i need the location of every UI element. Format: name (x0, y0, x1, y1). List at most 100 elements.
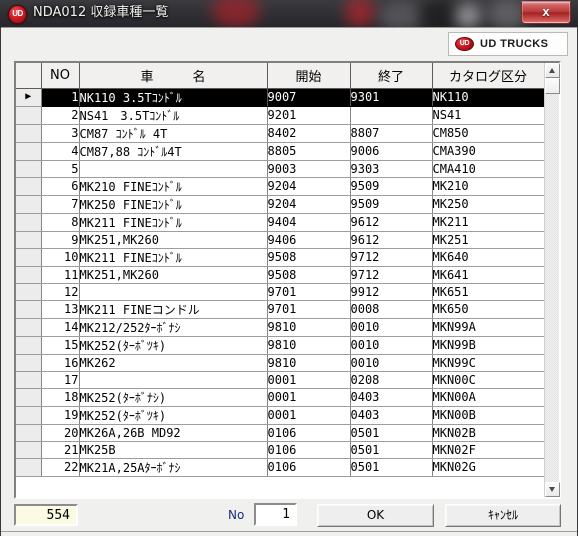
cell-catalog: MKN02F (432, 441, 545, 459)
table-row[interactable]: 21 MK25B 0106 0501 MKN02F (16, 441, 545, 459)
table-row[interactable]: 7 MK250 FINEｺﾝﾄﾞﾙ 9204 9509 MK250 (16, 195, 545, 214)
client-area: UD UD TRUCKS NO 車 名 開始 終了 カタログ区分 ▶ 1 NK1… (1, 27, 577, 536)
table-row[interactable]: 3 CM87 ｺﾝﾄﾞﾙ 4T 8402 8807 CM850 (16, 124, 545, 143)
row-selector-cell[interactable] (16, 300, 42, 319)
cell-no: 6 (41, 177, 80, 196)
row-selector-cell[interactable] (16, 106, 42, 125)
close-icon: x (542, 4, 550, 19)
cell-start: 8805 (267, 142, 351, 161)
row-selector-cell[interactable] (16, 371, 42, 389)
column-header-selector[interactable] (16, 63, 42, 89)
column-header-name[interactable]: 車 名 (79, 63, 268, 89)
row-selector-cell[interactable] (16, 354, 42, 372)
vertical-scrollbar[interactable] (544, 63, 560, 497)
row-selector-cell[interactable] (16, 424, 42, 442)
cell-catalog: MK641 (432, 266, 545, 284)
table-row[interactable]: 5 9003 9303 CMA410 (16, 160, 545, 178)
no-input[interactable]: 1 (254, 503, 297, 526)
cell-end (350, 106, 433, 125)
row-selector-cell[interactable] (16, 231, 42, 249)
column-header-start[interactable]: 開始 (267, 63, 351, 89)
row-selector-cell[interactable] (16, 388, 42, 407)
table-row[interactable]: 4 CM87,88 ｺﾝﾄﾞﾙ4T 8805 9006 CMA390 (16, 142, 545, 161)
scroll-up-icon[interactable] (545, 63, 560, 78)
table-row[interactable]: 16 MK262 9810 0010 MKN99C (16, 354, 545, 372)
row-selector-cell[interactable] (16, 318, 42, 337)
table-row[interactable]: 12 9701 9912 MK651 (16, 283, 545, 301)
table-row[interactable]: 15 MK252(ﾀｰﾎﾞﾂｷ) 9810 0010 MKN99B (16, 336, 545, 355)
scrollbar-thumb[interactable] (545, 78, 560, 94)
table-row[interactable]: 2 NS41 3.5Tｺﾝﾄﾞﾙ 9201 NS41 (16, 106, 545, 125)
table-row[interactable]: 17 0001 0208 MKN00C (16, 371, 545, 389)
title-bar[interactable]: UD NDA012 収録車種一覧 x (0, 0, 578, 27)
ok-button[interactable]: OK (317, 504, 434, 527)
desktop-blur-smudge (420, 0, 460, 27)
cell-no: 4 (41, 142, 80, 161)
table-row[interactable]: 6 MK210 FINEｺﾝﾄﾞﾙ 9204 9509 MK210 (16, 177, 545, 196)
cell-start: 9701 (267, 283, 351, 301)
cell-end: 0010 (350, 336, 433, 355)
table-row[interactable]: 10 MK211 FINEｺﾝﾄﾞﾙ 9508 9712 MK640 (16, 248, 545, 267)
cell-name: MK210 FINEｺﾝﾄﾞﾙ (79, 177, 268, 196)
ud-logo-icon-text: UD (459, 40, 470, 47)
cell-start: 8402 (267, 124, 351, 143)
scroll-down-icon[interactable] (545, 482, 560, 497)
cell-end: 9303 (350, 160, 433, 178)
row-selector-cell[interactable] (16, 160, 42, 178)
table-row[interactable]: 20 MK26A,26B MD92 0106 0501 MKN02B (16, 424, 545, 442)
column-header-catalog[interactable]: カタログ区分 (432, 63, 545, 89)
cell-end: 9509 (350, 195, 433, 214)
table-row[interactable]: 11 MK251,MK260 9508 9712 MK641 (16, 266, 545, 284)
table-row[interactable]: ▶ 1 NK110 3.5Tｺﾝﾄﾞﾙ 9007 9301 NK110 (16, 88, 545, 107)
table-row[interactable]: 14 MK212/252ﾀｰﾎﾞﾅｼ 9810 0010 MKN99A (16, 318, 545, 337)
row-selector-cell[interactable] (16, 336, 42, 355)
cell-no: 2 (41, 106, 80, 125)
cell-end: 0501 (350, 458, 433, 477)
table-row[interactable]: 9 MK251,MK260 9406 9612 MK251 (16, 231, 545, 249)
cell-start: 9810 (267, 336, 351, 355)
table-row[interactable]: 19 MK252(ﾀｰﾎﾞﾂｷ) 0001 0403 MKN00B (16, 406, 545, 425)
cell-start: 9007 (267, 88, 351, 107)
cell-end: 9712 (350, 266, 433, 284)
cell-catalog: MKN00A (432, 388, 545, 407)
row-selector-cell[interactable] (16, 248, 42, 267)
cell-no: 21 (41, 441, 80, 459)
row-selector-cell[interactable] (16, 283, 42, 301)
row-selector-cell[interactable] (16, 458, 42, 477)
brand-label: UD TRUCKS (480, 38, 549, 50)
table-row[interactable]: 18 MK252(ﾀｰﾎﾞﾅｼ) 0001 0403 MKN00A (16, 388, 545, 407)
cell-end: 9006 (350, 142, 433, 161)
row-selector-cell[interactable] (16, 142, 42, 161)
cell-no: 8 (41, 213, 80, 232)
vehicle-grid[interactable]: NO 車 名 開始 終了 カタログ区分 ▶ 1 NK110 3.5Tｺﾝﾄﾞﾙ 900… (14, 61, 561, 499)
row-selector-cell[interactable] (16, 213, 42, 232)
cell-catalog: NS41 (432, 106, 545, 125)
cell-no: 13 (41, 300, 80, 319)
row-selector-cell[interactable]: ▶ (16, 88, 42, 107)
cell-catalog: NK110 (432, 88, 545, 107)
table-row[interactable]: 22 MK21A,25Aﾀｰﾎﾞﾅｼ 0106 0501 MKN02G (16, 458, 545, 477)
cell-name: CM87 ｺﾝﾄﾞﾙ 4T (79, 124, 268, 143)
desktop-blur-smudge (378, 2, 424, 27)
cell-no: 20 (41, 424, 80, 442)
cell-catalog: MK650 (432, 300, 545, 319)
row-selector-cell[interactable] (16, 195, 42, 214)
row-selector-cell[interactable] (16, 266, 42, 284)
close-button[interactable]: x (521, 1, 571, 24)
row-selector-cell[interactable] (16, 124, 42, 143)
column-header-end[interactable]: 終了 (350, 63, 433, 89)
table-row[interactable]: 8 MK211 FINEｺﾝﾄﾞﾙ 9404 9612 MK211 (16, 213, 545, 232)
row-selector-cell[interactable] (16, 177, 42, 196)
row-selector-cell[interactable] (16, 406, 42, 425)
table-row[interactable]: 13 MK211 FINEコンドル 9701 0008 MK650 (16, 300, 545, 319)
cell-name: CM87,88 ｺﾝﾄﾞﾙ4T (79, 142, 268, 161)
cell-name: MK25B (79, 441, 268, 459)
cell-catalog: MKN99A (432, 318, 545, 337)
dialog-window: UD NDA012 収録車種一覧 x UD UD TRUCKS NO 車 名 開… (0, 0, 578, 536)
cancel-button[interactable]: ｷｬﾝｾﾙ (445, 504, 561, 527)
row-selector-cell[interactable] (16, 441, 42, 459)
cell-end: 0008 (350, 300, 433, 319)
column-header-no[interactable]: NO (41, 63, 80, 89)
cell-no: 5 (41, 160, 80, 178)
cell-no: 7 (41, 195, 80, 214)
